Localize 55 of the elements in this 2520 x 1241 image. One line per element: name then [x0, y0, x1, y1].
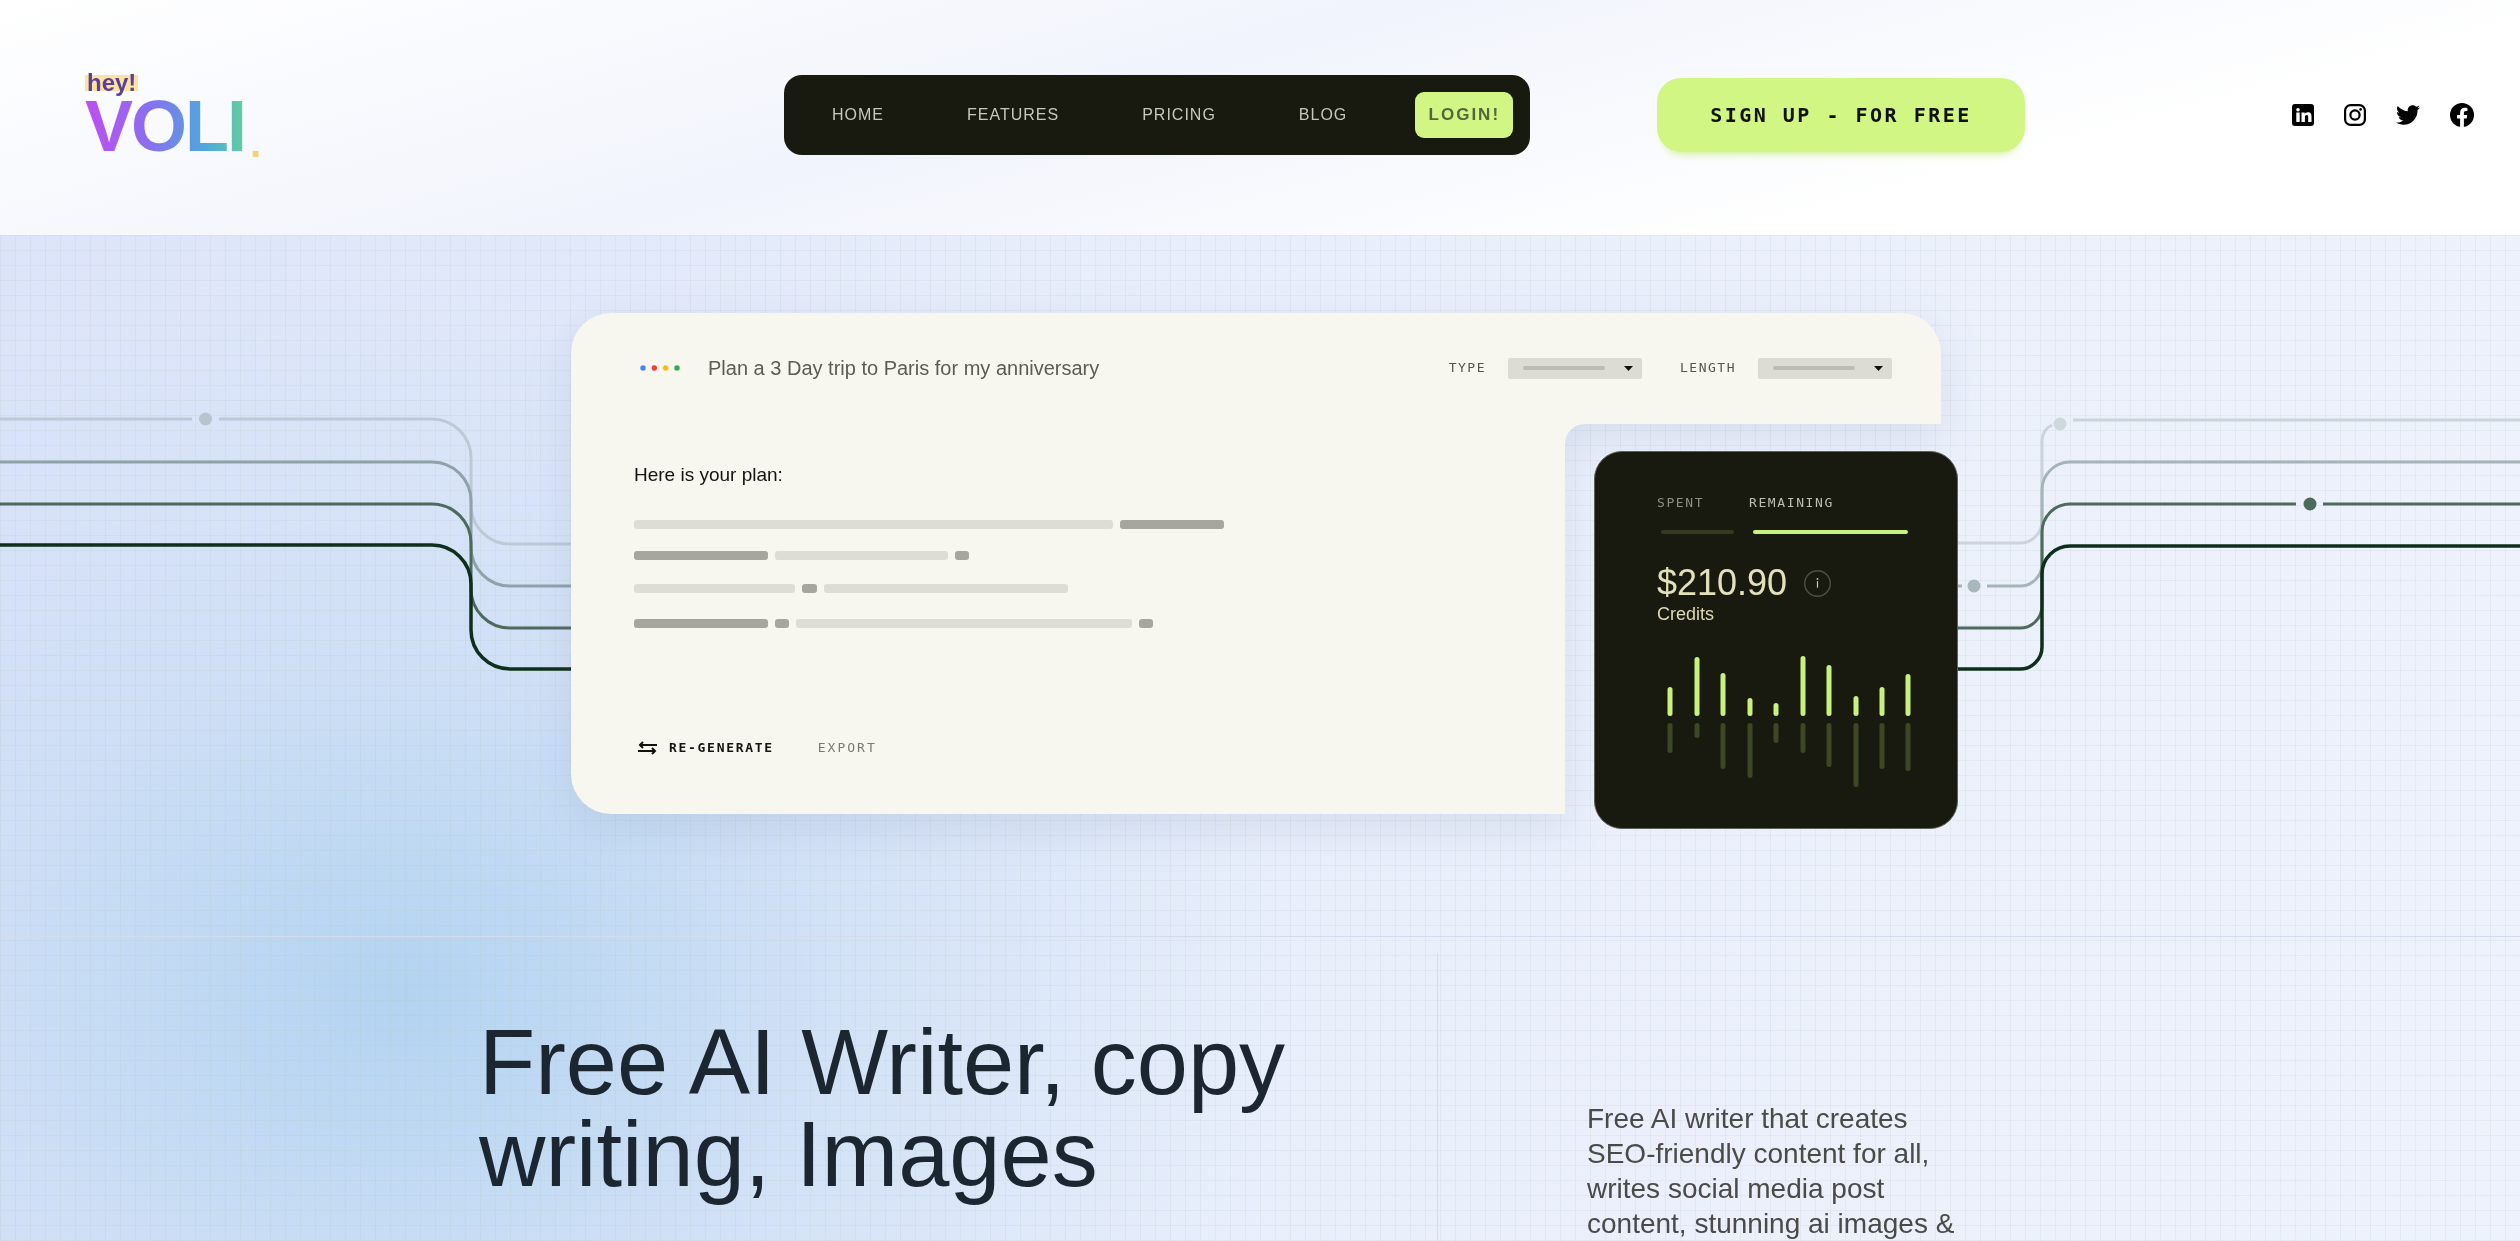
chart-bar	[1773, 703, 1779, 716]
logo-dot: .	[250, 129, 262, 156]
signup-button[interactable]: SIGN UP - FOR FREE	[1657, 78, 2025, 152]
caret-icon	[1874, 365, 1883, 371]
filter-label: TYPE	[1448, 360, 1487, 376]
filter-label: LENGTH	[1680, 360, 1736, 376]
reflection-bar	[1879, 723, 1885, 769]
result-heading: Here is your plan:	[634, 463, 783, 487]
hero-headline: Free AI Writer, copy writing, Images	[479, 1016, 1286, 1207]
node-dot	[1967, 579, 1981, 593]
linkedin-icon[interactable]	[2292, 104, 2314, 126]
node-dot	[2053, 417, 2067, 431]
chart-bar	[1826, 665, 1832, 716]
twitter-icon[interactable]	[2396, 105, 2420, 125]
caret-icon	[1624, 365, 1634, 371]
nav-link[interactable]: PRICING	[1122, 105, 1236, 125]
nav-link[interactable]: HOME	[812, 105, 904, 125]
hero-description: Free AI writer that creates SEO-friendly content for all, writes social media post content, stunning ai images &	[1587, 1102, 1956, 1241]
chart-bar	[1879, 687, 1885, 716]
skeleton-line	[955, 551, 969, 560]
chart-bar	[1667, 687, 1673, 716]
reflection-bar	[1800, 723, 1806, 753]
chart-bar	[1694, 657, 1700, 716]
reflection-bar	[1667, 723, 1673, 753]
reflection-bar	[1694, 723, 1700, 738]
nav-link[interactable]: BLOG	[1278, 105, 1368, 125]
skeleton-line	[1139, 619, 1153, 628]
instagram-icon[interactable]	[2344, 104, 2366, 126]
chart-bar	[1720, 673, 1726, 716]
chart-bar	[1905, 674, 1911, 716]
chart-bar	[1853, 696, 1859, 716]
action-button[interactable]: RE-GENERATE	[637, 739, 774, 757]
node-dot	[199, 412, 212, 426]
reflection-bar	[1853, 723, 1859, 787]
reflection-bar	[1720, 723, 1726, 769]
reflection-bar	[1905, 723, 1911, 771]
chart-bar	[1800, 656, 1806, 716]
credits-tab[interactable]: REMAINING	[1749, 495, 1908, 534]
facebook-icon[interactable]	[2450, 103, 2474, 127]
prompt-text: Plan a 3 Day trip to Paris for my anniversary	[708, 356, 1100, 380]
chart-bar	[1747, 698, 1753, 716]
skeleton-line	[802, 584, 817, 593]
reflection-bar	[1826, 723, 1832, 767]
reflection-bar	[1773, 723, 1779, 743]
swap-arrows-icon	[637, 741, 658, 755]
credits-amount: $210.90	[1657, 565, 1788, 601]
nav-link[interactable]: FEATURES	[947, 105, 1080, 125]
reflection-bar	[1747, 723, 1753, 778]
skeleton-line	[775, 619, 789, 628]
node-dot	[2303, 497, 2317, 511]
credits-tab[interactable]: SPENT	[1657, 495, 1734, 534]
action-button[interactable]: EXPORT	[817, 739, 877, 757]
login-button[interactable]: LOGIN!	[1415, 92, 1514, 138]
credits-caption: Credits	[1657, 603, 1714, 625]
dots-icon	[640, 365, 680, 371]
